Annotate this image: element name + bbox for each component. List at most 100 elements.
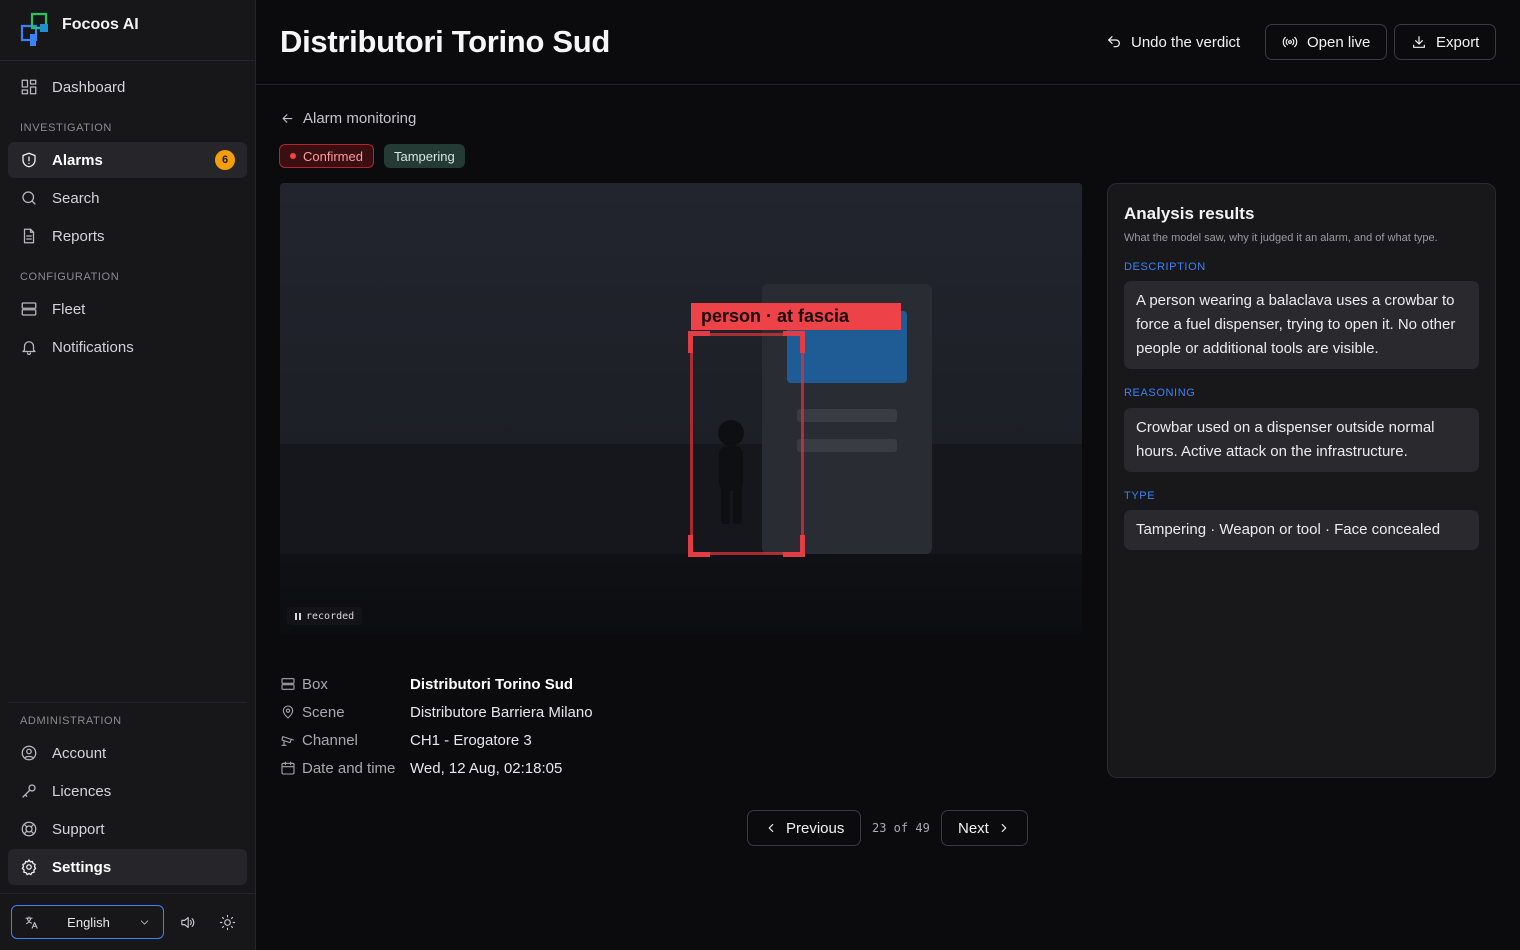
user-circle-icon (20, 744, 38, 762)
next-button[interactable]: Next (941, 810, 1028, 846)
chevron-right-icon (1001, 823, 1007, 833)
sidebar-item-licences[interactable]: Licences (8, 773, 247, 809)
detection-box[interactable] (690, 333, 804, 555)
sidebar-item-settings[interactable]: Settings (8, 849, 247, 885)
verdict-label: Confirmed (303, 148, 363, 164)
sidebar-item-label: Licences (52, 782, 112, 800)
cctv-icon (280, 732, 296, 748)
section-label-configuration: CONFIGURATION (20, 271, 120, 283)
video-player[interactable]: person · at fascia (280, 183, 1082, 634)
sidebar-item-notifications[interactable]: Notifications (8, 329, 247, 365)
chevron-down-icon (140, 919, 149, 925)
panel-subtitle: What the model saw, why it judged it an … (1124, 232, 1438, 244)
sidebar-item-label: Notifications (52, 338, 134, 356)
bell-icon (20, 338, 38, 356)
bbox-corner (783, 331, 805, 353)
detail-value: Distributore Barriera Milano (410, 703, 593, 721)
analysis-panel: Analysis results What the model saw, why… (1107, 183, 1496, 778)
divider (0, 60, 256, 61)
server-icon (280, 676, 296, 692)
export-button[interactable]: Export (1394, 24, 1497, 60)
download-icon (1413, 36, 1425, 48)
sidebar-item-label: Settings (52, 858, 112, 876)
calendar-icon (280, 760, 296, 776)
document-icon (20, 227, 38, 245)
back-link[interactable]: Alarm monitoring (280, 110, 416, 127)
arrow-left-icon (282, 114, 293, 123)
previous-button[interactable]: Previous (747, 810, 862, 846)
sun-icon (219, 914, 235, 930)
dispenser-panel (797, 439, 897, 452)
detail-row-box: Box Distributori Torino Sud (280, 674, 573, 694)
scene-ground (280, 444, 1082, 554)
language-value: English (67, 914, 110, 930)
undo-icon (1108, 36, 1120, 48)
sidebar-item-label: Search (52, 189, 100, 207)
sidebar: Focoos AI Dashboard INVESTIGATION Alarms… (0, 0, 256, 950)
type-label: TYPE (1124, 490, 1156, 502)
logo-icon (20, 12, 48, 46)
sidebar-item-alarms[interactable]: Alarms 6 (8, 142, 247, 178)
dispenser-panel (797, 409, 897, 422)
detail-key: Date and time (302, 759, 396, 777)
detail-row-channel: Channel CH1 - Erogatore 3 (280, 730, 532, 750)
language-select[interactable]: English (11, 905, 164, 939)
key-icon (20, 782, 38, 800)
search-icon (20, 189, 38, 207)
sidebar-item-label: Dashboard (52, 78, 126, 96)
sidebar-item-support[interactable]: Support (8, 811, 247, 847)
previous-label: Previous (786, 819, 845, 837)
section-label-administration: ADMINISTRATION (20, 715, 122, 727)
bbox-corner (688, 535, 710, 557)
gear-icon (20, 858, 38, 876)
speaker-icon (180, 916, 194, 928)
translate-icon (25, 915, 38, 929)
sound-toggle-button[interactable] (176, 911, 198, 933)
lifebuoy-icon (20, 820, 38, 838)
reasoning-label: REASONING (1124, 387, 1196, 399)
detail-row-scene: Scene Distributore Barriera Milano (280, 702, 593, 722)
sidebar-item-account[interactable]: Account (8, 735, 247, 771)
undo-verdict-button[interactable]: Undo the verdict (1090, 24, 1256, 60)
pagination-counter: 23 of 49 (872, 821, 930, 835)
brand[interactable]: Focoos AI (20, 12, 139, 48)
scene-background (280, 183, 1082, 444)
category-label: Tampering (394, 148, 455, 164)
bbox-corner (783, 535, 805, 557)
playback-state-label: recorded (306, 610, 355, 622)
page-title: Distributori Torino Sud (280, 24, 611, 59)
description-label: DESCRIPTION (1124, 261, 1206, 273)
server-icon (20, 300, 38, 318)
sidebar-item-label: Fleet (52, 300, 86, 318)
section-label-investigation: INVESTIGATION (20, 122, 112, 134)
detail-value: Distributori Torino Sud (410, 675, 574, 693)
sidebar-item-label: Alarms (52, 151, 103, 169)
back-link-label: Alarm monitoring (303, 110, 417, 127)
sidebar-item-reports[interactable]: Reports (8, 218, 247, 254)
detail-key: Scene (302, 703, 345, 721)
panel-title: Analysis results (1124, 204, 1255, 223)
sidebar-item-search[interactable]: Search (8, 180, 247, 216)
theme-toggle-button[interactable] (216, 911, 238, 933)
alarms-count-badge: 6 (215, 150, 235, 170)
sidebar-item-label: Support (52, 820, 105, 838)
type-text: Tampering · Weapon or tool · Face concea… (1124, 510, 1479, 550)
verdict-badge: Confirmed (279, 144, 374, 168)
detection-label: person · at fascia (691, 303, 901, 330)
map-pin-icon (280, 704, 296, 720)
dashboard-icon (20, 78, 38, 96)
detail-key: Channel (302, 731, 358, 749)
description-text: A person wearing a balaclava uses a crow… (1124, 281, 1479, 369)
export-label: Export (1436, 33, 1480, 51)
detail-row-datetime: Date and time Wed, 12 Aug, 02:18:05 (280, 758, 562, 778)
playback-state-pill: recorded (287, 607, 363, 625)
category-tag: Tampering (384, 144, 465, 168)
next-label: Next (958, 819, 989, 837)
chevron-left-icon (768, 823, 774, 833)
sidebar-item-fleet[interactable]: Fleet (8, 291, 247, 327)
open-live-label: Open live (1307, 33, 1371, 51)
sidebar-item-label: Account (52, 744, 107, 762)
sidebar-item-dashboard[interactable]: Dashboard (8, 69, 247, 105)
open-live-button[interactable]: Open live (1265, 24, 1388, 60)
divider (8, 702, 247, 703)
